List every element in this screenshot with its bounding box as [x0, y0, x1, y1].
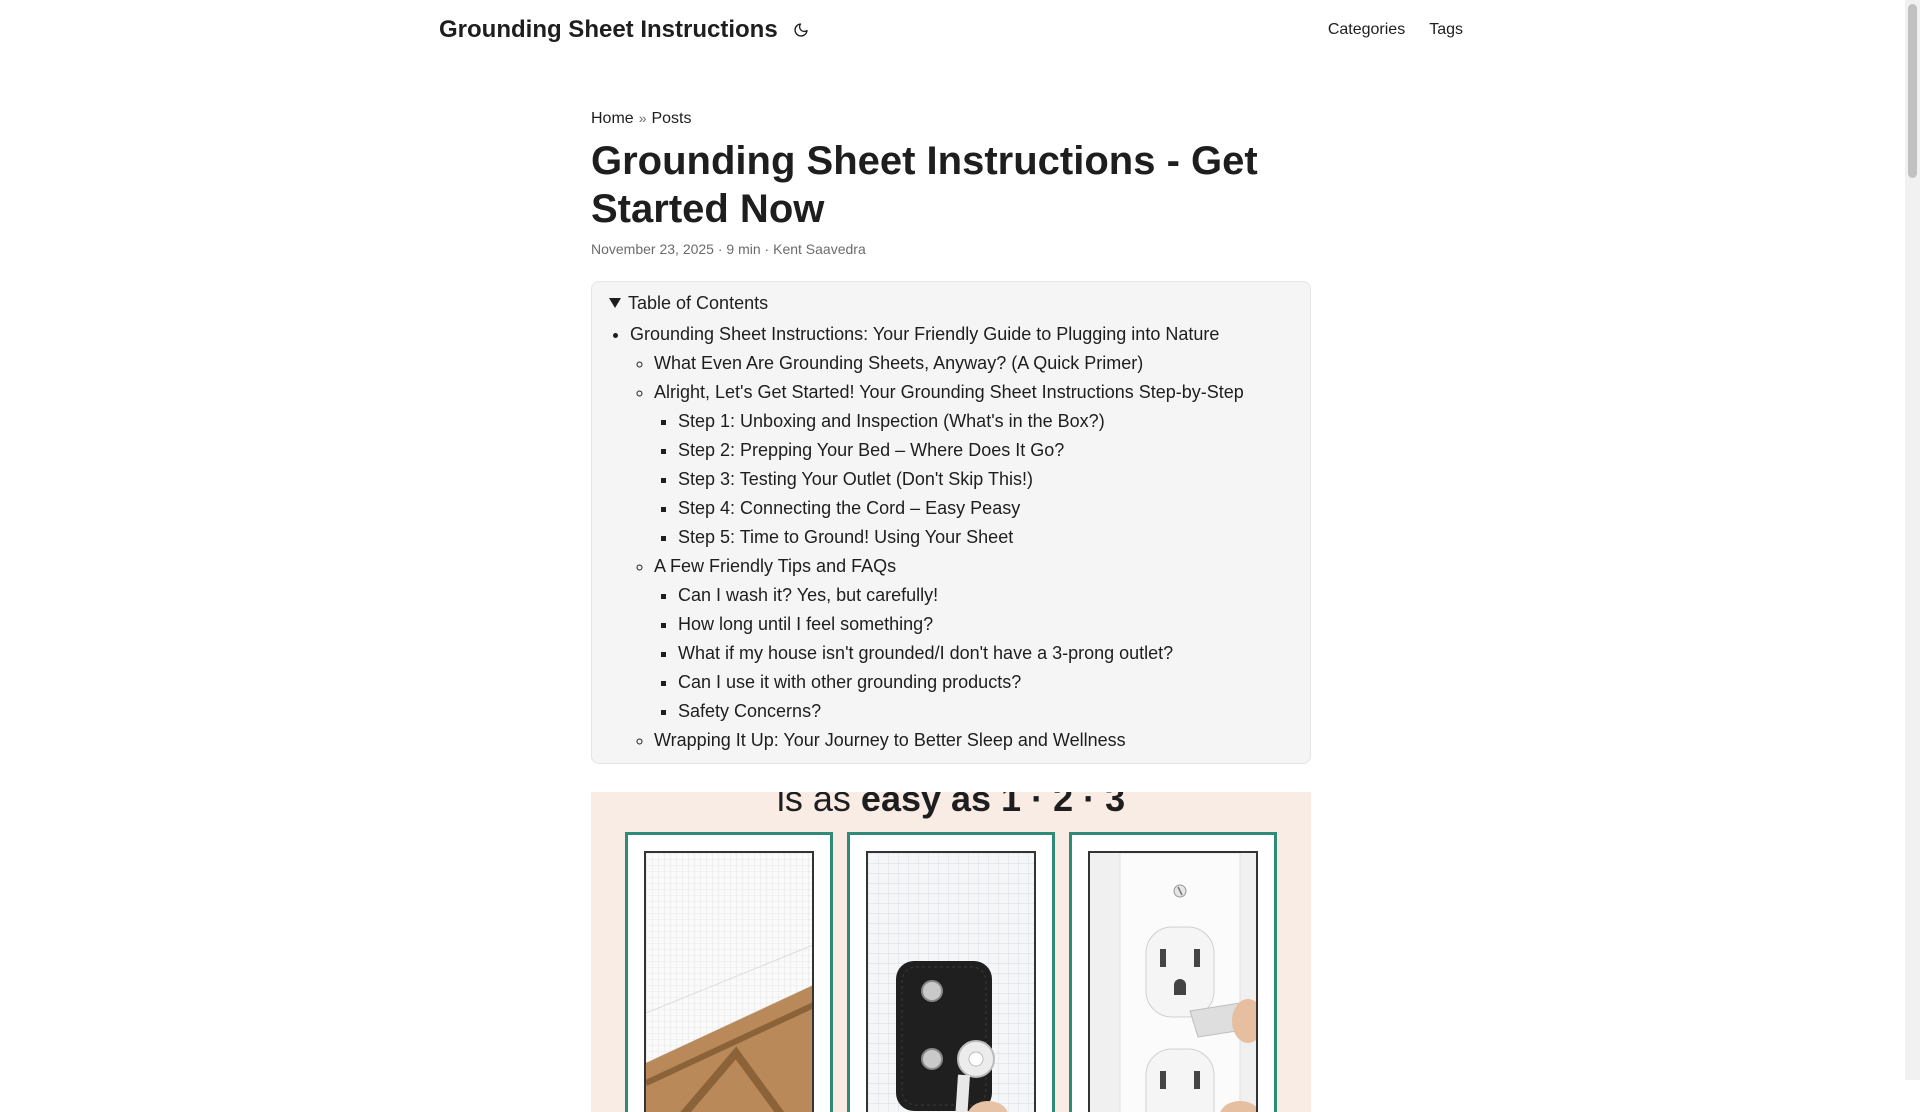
breadcrumb: Home» Posts	[591, 106, 1311, 131]
toc-link[interactable]: Alright, Let's Get Started! Your Groundi…	[654, 382, 1244, 402]
table-of-contents: Table of Contents Grounding Sheet Instru…	[591, 281, 1311, 764]
toc-sublist: Step 1: Unboxing and Inspection (What's …	[654, 407, 1310, 552]
toc-link[interactable]: Step 3: Testing Your Outlet (Don't Skip …	[678, 469, 1033, 489]
post-read-time: 9 min	[726, 241, 761, 257]
toc-link[interactable]: Grounding Sheet Instructions: Your Frien…	[630, 324, 1219, 344]
toc-item: Grounding Sheet Instructions: Your Frien…	[630, 320, 1310, 755]
toc-item: Step 1: Unboxing and Inspection (What's …	[678, 407, 1310, 436]
toc-sublist: What Even Are Grounding Sheets, Anyway? …	[630, 349, 1310, 755]
toc-link[interactable]: What if my house isn't grounded/I don't …	[678, 643, 1173, 663]
site-header: Grounding Sheet Instructions Categories …	[0, 0, 1920, 60]
theme-toggle-button[interactable]	[789, 18, 813, 42]
meta-separator: ·	[717, 241, 723, 257]
toc-item: Can I wash it? Yes, but carefully!	[678, 581, 1310, 610]
hero-caption-light: is as	[776, 792, 851, 819]
menu-item-categories[interactable]: Categories	[1328, 18, 1405, 42]
toc-summary-label: Table of Contents	[628, 293, 769, 313]
site-title-link[interactable]: Grounding Sheet Instructions	[439, 14, 778, 46]
toc-toggle[interactable]: Table of Contents	[592, 290, 1310, 316]
menu-item-tags[interactable]: Tags	[1429, 18, 1463, 42]
toc-item: Can I use it with other grounding produc…	[678, 668, 1310, 697]
toc-item: Alright, Let's Get Started! Your Groundi…	[654, 378, 1310, 552]
toc-link[interactable]: Can I wash it? Yes, but carefully!	[678, 585, 938, 605]
breadcrumb-posts[interactable]: Posts	[651, 110, 691, 127]
toc-link[interactable]: Can I use it with other grounding produc…	[678, 672, 1021, 692]
toc-link[interactable]: What Even Are Grounding Sheets, Anyway? …	[654, 353, 1143, 373]
cord-snap-icon	[868, 853, 1034, 1112]
toc-link[interactable]: Safety Concerns?	[678, 701, 821, 721]
toc-link[interactable]: Step 2: Prepping Your Bed – Where Does I…	[678, 440, 1064, 460]
hero-caption: is as easy as 1 · 2 · 3	[591, 792, 1311, 820]
breadcrumb-home[interactable]: Home	[591, 110, 634, 127]
breadcrumb-separator: »	[638, 110, 647, 126]
outlet-illustration	[1088, 851, 1258, 1112]
hero-panel-cord	[847, 832, 1055, 1112]
main-content: Home» Posts Grounding Sheet Instructions …	[591, 106, 1311, 1112]
toc-link[interactable]: How long until I feel something?	[678, 614, 933, 634]
toc-link[interactable]: Step 1: Unboxing and Inspection (What's …	[678, 411, 1105, 431]
toc-link[interactable]: A Few Friendly Tips and FAQs	[654, 556, 896, 576]
toc-link[interactable]: Wrapping It Up: Your Journey to Better S…	[654, 730, 1126, 750]
page-title: Grounding Sheet Instructions - Get Start…	[591, 139, 1258, 231]
toc-item: What Even Are Grounding Sheets, Anyway? …	[654, 349, 1310, 378]
toc-item: Wrapping It Up: Your Journey to Better S…	[654, 726, 1310, 755]
toc-item: What if my house isn't grounded/I don't …	[678, 639, 1310, 668]
toc-item: How long until I feel something?	[678, 610, 1310, 639]
scrollbar-thumb[interactable]	[1908, 4, 1917, 178]
main-menu: Categories Tags	[1328, 18, 1463, 42]
post-date: November 23, 2025	[591, 241, 714, 257]
toc-item: Safety Concerns?	[678, 697, 1310, 726]
sheet-on-bed-illustration	[644, 851, 814, 1112]
toc-item: Step 5: Time to Ground! Using Your Sheet	[678, 523, 1310, 552]
cord-snap-illustration	[866, 851, 1036, 1112]
toc-sublist: Can I wash it? Yes, but carefully! How l…	[654, 581, 1310, 726]
toc-link[interactable]: Step 5: Time to Ground! Using Your Sheet	[678, 527, 1013, 547]
toc-item: A Few Friendly Tips and FAQs Can I wash …	[654, 552, 1310, 726]
hero-panel-outlet	[1069, 832, 1277, 1112]
toc-list: Grounding Sheet Instructions: Your Frien…	[592, 320, 1310, 755]
meta-separator: ·	[764, 241, 770, 257]
toc-item: Step 2: Prepping Your Bed – Where Does I…	[678, 436, 1310, 465]
post-meta: November 23, 2025 · 9 min · Kent Saavedr…	[591, 239, 1311, 259]
toc-link[interactable]: Step 4: Connecting the Cord – Easy Peasy	[678, 498, 1020, 518]
toc-item: Step 4: Connecting the Cord – Easy Peasy	[678, 494, 1310, 523]
bed-sheet-icon	[646, 853, 812, 1112]
wall-outlet-icon	[1090, 853, 1256, 1112]
hero-caption-bold: easy as 1 · 2 · 3	[860, 792, 1126, 819]
hero-panel-sheet	[625, 832, 833, 1112]
toc-item: Step 3: Testing Your Outlet (Don't Skip …	[678, 465, 1310, 494]
moon-icon	[794, 23, 808, 37]
post-author: Kent Saavedra	[773, 241, 866, 257]
page-scrollbar[interactable]	[1905, 0, 1920, 1080]
hero-image: is as easy as 1 · 2 · 3	[591, 792, 1311, 1112]
triangle-down-icon	[609, 298, 621, 308]
